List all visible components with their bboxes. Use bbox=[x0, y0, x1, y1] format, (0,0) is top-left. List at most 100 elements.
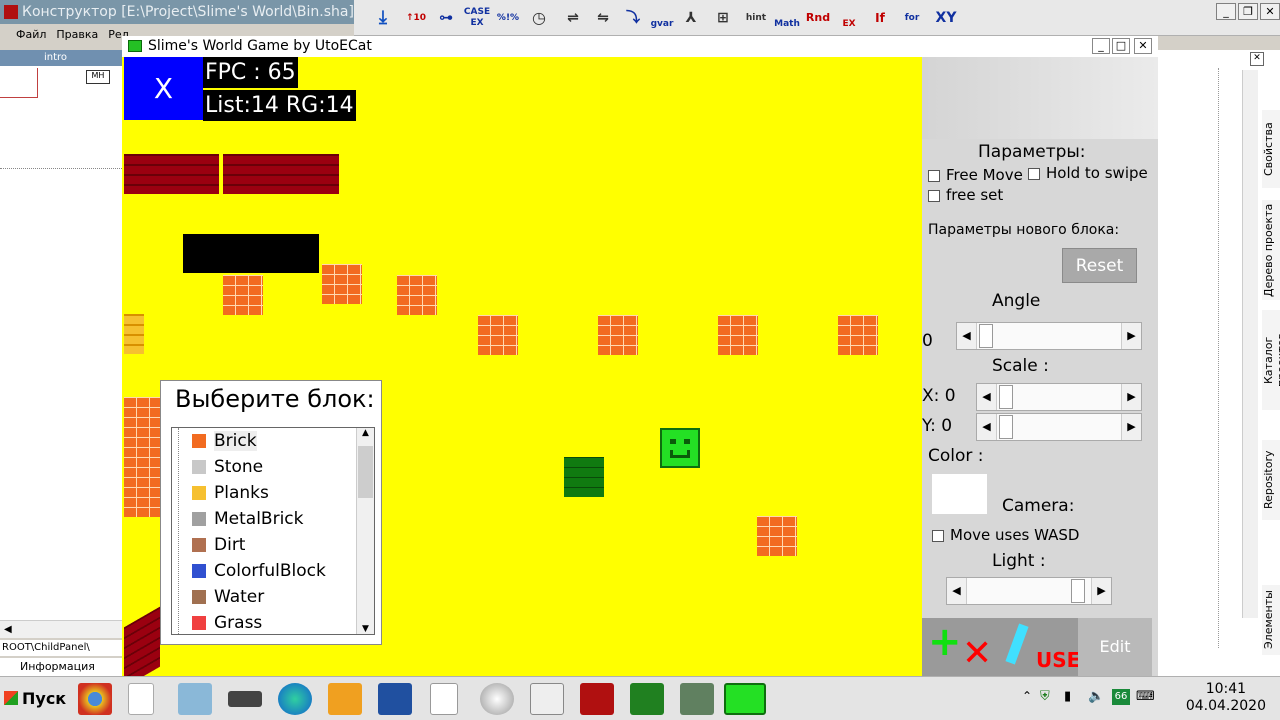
menu-file[interactable]: Файл bbox=[16, 28, 46, 41]
scroll-thumb[interactable] bbox=[358, 446, 373, 498]
calc-icon[interactable] bbox=[530, 683, 564, 715]
use-button[interactable]: USE bbox=[1000, 618, 1080, 676]
media-icon[interactable] bbox=[328, 683, 362, 715]
side-tab-repository[interactable]: Repository bbox=[1262, 440, 1280, 520]
block-item-grass[interactable]: Grass bbox=[192, 610, 262, 634]
constructor-icon[interactable] bbox=[580, 683, 614, 715]
slider-right-icon[interactable]: ▶ bbox=[1121, 323, 1141, 349]
slider-thumb[interactable] bbox=[999, 385, 1013, 409]
side-tab-project-catalog[interactable]: Каталог проектов bbox=[1262, 310, 1280, 410]
angle-slider[interactable]: ◀ ▶ bbox=[956, 322, 1142, 350]
ide-close-button[interactable]: ✕ bbox=[1260, 3, 1280, 20]
slider-left-icon[interactable]: ◀ bbox=[957, 323, 977, 349]
tab-intro[interactable]: intro bbox=[44, 52, 67, 63]
network-icon[interactable] bbox=[378, 683, 412, 715]
keyboard-icon[interactable]: ⌨ bbox=[1136, 689, 1155, 704]
block-item-dirt[interactable]: Dirt bbox=[192, 532, 245, 558]
block-item-brick[interactable]: Brick bbox=[192, 428, 257, 454]
branch-icon[interactable]: ⤵ bbox=[620, 4, 646, 32]
clock-app-icon[interactable] bbox=[480, 683, 514, 715]
left-scrollbar[interactable]: ◀ bbox=[0, 620, 122, 638]
hierarchy-icon[interactable]: ⊞ bbox=[710, 4, 736, 32]
info-tab[interactable]: Информация bbox=[0, 658, 122, 676]
color-swatch[interactable] bbox=[932, 474, 987, 514]
tray-badge[interactable]: 66 bbox=[1112, 689, 1130, 705]
ex-button[interactable]: EX bbox=[836, 4, 862, 32]
slider-right-icon[interactable]: ▶ bbox=[1121, 414, 1141, 440]
block-item-colorfulblock[interactable]: ColorfulBlock bbox=[192, 558, 326, 584]
block-item-planks[interactable]: Planks bbox=[192, 480, 269, 506]
board-icon[interactable] bbox=[630, 683, 664, 715]
y-scale-slider[interactable]: ◀ ▶ bbox=[976, 413, 1142, 441]
index-icon[interactable]: ↑10 bbox=[402, 4, 430, 32]
link-icon[interactable]: ⊶ bbox=[432, 4, 460, 32]
shield-icon[interactable]: ⛨ bbox=[1040, 689, 1050, 704]
merge-icon[interactable]: ⇋ bbox=[590, 4, 616, 32]
rnd-button[interactable]: Rnd bbox=[804, 4, 832, 32]
slider-thumb[interactable] bbox=[999, 415, 1013, 439]
game-canvas[interactable]: X FPC : 65 List:14 RG:14 Выберите блок: … bbox=[122, 57, 922, 676]
ide-maximize-button[interactable]: ❐ bbox=[1238, 3, 1258, 20]
hold-to-swipe-checkbox[interactable]: Hold to swipe bbox=[1028, 164, 1148, 182]
notepad-icon[interactable] bbox=[178, 683, 212, 715]
for-button[interactable]: for bbox=[898, 4, 926, 32]
slider-left-icon[interactable]: ◀ bbox=[977, 414, 997, 440]
block-item-stone[interactable]: Stone bbox=[192, 454, 263, 480]
game-minimize-button[interactable]: _ bbox=[1092, 38, 1110, 54]
edge-icon[interactable] bbox=[278, 683, 312, 715]
add-remove-button[interactable]: + ✕ bbox=[922, 618, 1000, 676]
reset-button[interactable]: Reset bbox=[1062, 248, 1137, 283]
split-icon[interactable]: ⇌ bbox=[560, 4, 586, 32]
docx-icon[interactable] bbox=[430, 683, 458, 715]
download-icon[interactable]: ⤓ bbox=[372, 4, 394, 32]
volume-icon[interactable]: 🔈 bbox=[1088, 689, 1104, 704]
x-scale-slider[interactable]: ◀ ▶ bbox=[976, 383, 1142, 411]
close-game-button[interactable]: X bbox=[124, 57, 203, 120]
block-list-scrollbar[interactable]: ▲ ▼ bbox=[356, 428, 374, 634]
right-scrollbar[interactable] bbox=[1242, 70, 1258, 618]
side-tab-properties[interactable]: Свойства bbox=[1262, 110, 1280, 188]
menu-edit[interactable]: Правка bbox=[56, 28, 98, 41]
chip-icon[interactable] bbox=[228, 691, 262, 707]
tree-icon[interactable]: ⅄ bbox=[678, 4, 704, 32]
hint-button[interactable]: hint bbox=[742, 4, 770, 32]
move-wasd-checkbox[interactable]: Move uses WASD bbox=[932, 526, 1079, 544]
math-button[interactable]: Math bbox=[772, 4, 802, 32]
slime-game-taskbar-icon[interactable] bbox=[724, 683, 766, 715]
computer-icon[interactable] bbox=[680, 683, 714, 715]
free-set-checkbox[interactable]: free set bbox=[928, 186, 1003, 204]
chrome-icon[interactable] bbox=[78, 683, 112, 715]
slider-left-icon[interactable]: ◀ bbox=[977, 384, 997, 410]
slider-right-icon[interactable]: ▶ bbox=[1121, 384, 1141, 410]
case-ex-button[interactable]: CASE EX bbox=[462, 4, 492, 32]
gvar-button[interactable]: gvar bbox=[648, 4, 676, 32]
slider-thumb[interactable] bbox=[1071, 579, 1085, 603]
block-item-water[interactable]: Water bbox=[192, 584, 264, 610]
game-maximize-button[interactable]: □ bbox=[1112, 38, 1130, 54]
slider-thumb[interactable] bbox=[979, 324, 993, 348]
ide-minimize-button[interactable]: _ bbox=[1216, 3, 1236, 20]
tray-expand-icon[interactable]: ⌃ bbox=[1022, 689, 1032, 703]
if-button[interactable]: If bbox=[868, 4, 892, 32]
game-close-button[interactable]: ✕ bbox=[1134, 38, 1152, 54]
format-button[interactable]: %!% bbox=[494, 4, 522, 32]
slider-left-icon[interactable]: ◀ bbox=[947, 578, 967, 604]
clock[interactable]: 10:41 04.04.2020 bbox=[1186, 681, 1266, 715]
edit-button[interactable]: Edit bbox=[1078, 618, 1152, 676]
signal-icon[interactable]: ▮ bbox=[1064, 689, 1071, 704]
xy-button[interactable]: XY bbox=[932, 4, 960, 32]
slider-right-icon[interactable]: ▶ bbox=[1091, 578, 1111, 604]
close-icon[interactable]: ✕ bbox=[1250, 52, 1264, 66]
scroll-up-icon[interactable]: ▲ bbox=[357, 428, 374, 438]
component-icon[interactable]: MH bbox=[86, 70, 110, 84]
block-item-metalbrick[interactable]: MetalBrick bbox=[192, 506, 304, 532]
side-tab-project-tree[interactable]: Дерево проекта bbox=[1262, 200, 1280, 300]
light-slider[interactable]: ◀ ▶ bbox=[946, 577, 1112, 605]
start-button[interactable]: Пуск bbox=[2, 683, 66, 715]
free-move-checkbox[interactable]: Free Move bbox=[928, 166, 1023, 184]
scroll-down-icon[interactable]: ▼ bbox=[357, 624, 374, 634]
side-tab-elements[interactable]: Элементы bbox=[1262, 585, 1280, 655]
block-list[interactable]: Brick Stone Planks MetalBrick Dirt Color… bbox=[171, 427, 375, 635]
document-icon[interactable] bbox=[128, 683, 154, 715]
clock-icon[interactable]: ◷ bbox=[526, 4, 552, 32]
